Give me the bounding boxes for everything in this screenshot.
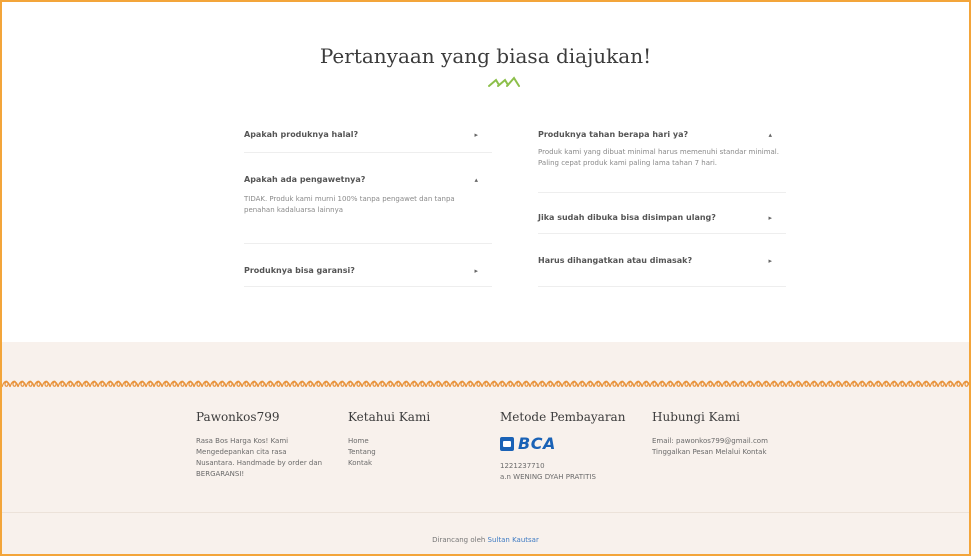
faq-title: Pertanyaan yang biasa diajukan! (319, 44, 652, 68)
faq-column-right: Produknya tahan berapa hari ya? ▴ Produk… (538, 120, 786, 287)
chevron-right-icon[interactable]: ▸ (474, 267, 478, 275)
footer-payment: Metode Pembayaran BCA 1221237710 a.n WEN… (500, 410, 640, 483)
faq-question-text: Produknya bisa garansi? (244, 266, 355, 275)
bca-icon (500, 436, 514, 451)
footer-divider (2, 512, 969, 513)
footer-link-kontak[interactable]: Kontak (348, 458, 488, 469)
chevron-up-icon[interactable]: ▴ (474, 176, 478, 184)
faq-section: Pertanyaan yang biasa diajukan! Apakah p… (2, 2, 969, 342)
faq-question[interactable]: Produknya tahan berapa hari ya? ▴ (538, 120, 786, 139)
faq-item[interactable]: Produknya bisa garansi? ▸ (244, 244, 492, 287)
chevron-up-icon[interactable]: ▴ (768, 131, 772, 139)
footer: Pawonkos799 Rasa Bos Harga Kos! Kami Men… (2, 342, 969, 554)
bca-logo: BCA (500, 434, 640, 453)
faq-answer: TIDAK. Produk kami murni 100% tanpa peng… (244, 195, 455, 214)
footer-link-tentang[interactable]: Tentang (348, 447, 488, 458)
faq-question[interactable]: Produknya bisa garansi? ▸ (244, 244, 492, 275)
wave-divider (2, 378, 969, 390)
faq-question-text: Harus dihangatkan atau dimasak? (538, 256, 693, 265)
account-name: a.n WENING DYAH PRATITIS (500, 473, 596, 481)
leaf-arrows-icon (488, 76, 520, 87)
faq-question[interactable]: Jika sudah dibuka bisa disimpan ulang? ▸ (538, 193, 786, 222)
faq-item[interactable]: Apakah produknya halal? ▸ (244, 120, 492, 153)
bca-logo-text: BCA (518, 434, 556, 453)
footer-link-home[interactable]: Home (348, 436, 488, 447)
footer-brand-description: Rasa Bos Harga Kos! Kami Mengedepankan c… (196, 437, 323, 478)
page-frame: Pertanyaan yang biasa diajukan! Apakah p… (0, 0, 971, 556)
chevron-right-icon[interactable]: ▸ (768, 257, 772, 265)
faq-item[interactable]: Harus dihangatkan atau dimasak? ▸ (538, 234, 786, 287)
footer-credit: Dirancang oleh Sultan Kautsar (2, 536, 969, 544)
faq-item[interactable]: Jika sudah dibuka bisa disimpan ulang? ▸ (538, 193, 786, 234)
chevron-right-icon[interactable]: ▸ (768, 214, 772, 222)
footer-about-title: Ketahui Kami (348, 410, 431, 424)
contact-note: Tinggalkan Pesan Melalui Kontak (652, 448, 767, 456)
faq-question-text: Jika sudah dibuka bisa disimpan ulang? (538, 213, 716, 222)
faq-column-left: Apakah produknya halal? ▸ Apakah ada pen… (244, 120, 492, 287)
contact-email[interactable]: Email: pawonkos799@gmail.com (652, 436, 822, 447)
faq-item[interactable]: Apakah ada pengawetnya? ▴ TIDAK. Produk … (244, 153, 492, 244)
faq-question-text: Apakah produknya halal? (244, 130, 359, 139)
footer-about: Ketahui Kami Home Tentang Kontak (348, 410, 488, 469)
chevron-right-icon[interactable]: ▸ (474, 131, 478, 139)
faq-question[interactable]: Harus dihangatkan atau dimasak? ▸ (538, 234, 786, 265)
credit-author-link[interactable]: Sultan Kautsar (488, 536, 539, 544)
faq-answer: Produk kami yang dibuat minimal harus me… (538, 148, 779, 167)
footer-contact: Hubungi Kami Email: pawonkos799@gmail.co… (652, 410, 822, 458)
footer-payment-title: Metode Pembayaran (500, 410, 626, 424)
faq-question[interactable]: Apakah ada pengawetnya? ▴ (244, 153, 492, 184)
footer-contact-title: Hubungi Kami (652, 410, 741, 424)
footer-brand-title: Pawonkos799 (196, 410, 280, 424)
credit-prefix: Dirancang oleh (432, 536, 486, 544)
account-number: 1221237710 (500, 462, 545, 470)
faq-question-text: Produknya tahan berapa hari ya? (538, 130, 689, 139)
faq-question[interactable]: Apakah produknya halal? ▸ (244, 120, 492, 139)
footer-brand: Pawonkos799 Rasa Bos Harga Kos! Kami Men… (196, 410, 336, 480)
faq-item[interactable]: Produknya tahan berapa hari ya? ▴ Produk… (538, 120, 786, 193)
faq-question-text: Apakah ada pengawetnya? (244, 175, 366, 184)
